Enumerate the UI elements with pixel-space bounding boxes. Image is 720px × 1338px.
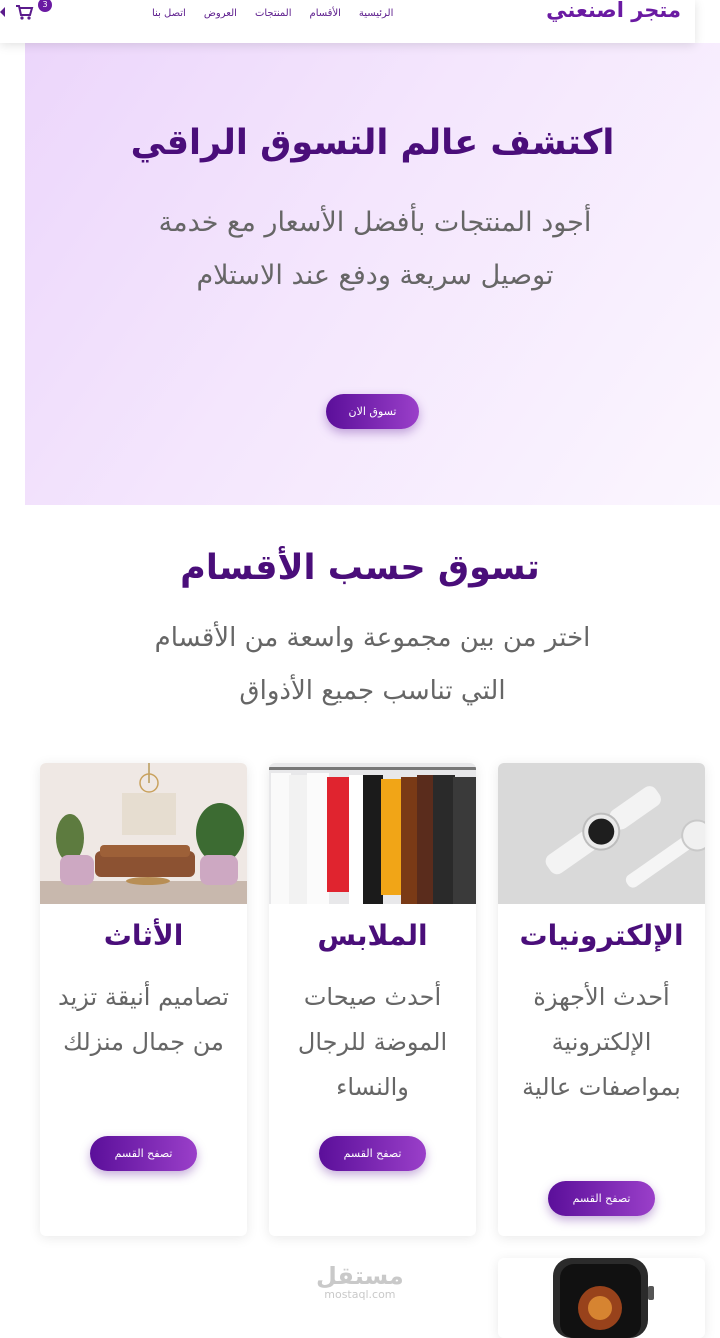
browse-furniture-button[interactable]: تصفح القسم <box>90 1136 197 1171</box>
nav-home[interactable]: الرئيسية <box>359 8 393 19</box>
brand-logo[interactable]: متجر اصنعني <box>546 0 681 22</box>
cart-icon <box>16 5 34 20</box>
hero-title: اكتشف عالم التسوق الراقي <box>130 123 615 163</box>
card-description: أحدث صيحات الموضة للرجال والنساء <box>297 983 448 1101</box>
card-title: الملابس <box>317 919 428 952</box>
apple-watch-image <box>498 1258 705 1338</box>
top-navbar: 3 الرئيسية الأقسام المنتجات العروض اتصل … <box>0 0 695 43</box>
cart-button[interactable]: 3 <box>14 0 52 24</box>
living-room-image <box>40 763 247 904</box>
card-description: تصاميم أنيقة تزيد من جمال منزلك <box>58 983 229 1056</box>
menu-edge-icon[interactable] <box>0 4 6 20</box>
smartwatch-image <box>498 763 705 904</box>
category-card-furniture: الأثاث تصاميم أنيقة تزيد من جمال منزلك ت… <box>40 763 247 1236</box>
categories-title: تسوق حسب الأقسام <box>180 548 540 588</box>
browse-clothes-button[interactable]: تصفح القسم <box>319 1136 426 1171</box>
nav-products[interactable]: المنتجات <box>255 8 292 19</box>
category-card-electronics: الإلكترونيات أحدث الأجهزة الإلكترونية بم… <box>498 763 705 1236</box>
clothes-rack-image <box>269 763 476 904</box>
watermark-latin: mostaql.com <box>324 1288 396 1301</box>
nav-contact[interactable]: اتصل بنا <box>152 8 186 19</box>
category-card-clothes: الملابس أحدث صيحات الموضة للرجال والنساء… <box>269 763 476 1236</box>
nav-categories[interactable]: الأقسام <box>310 8 341 19</box>
hero-subtitle: أجود المنتجات بأفضل الأسعار مع خدمة توصي… <box>158 207 592 291</box>
card-title: الإلكترونيات <box>519 919 684 952</box>
cart-count-badge: 3 <box>38 0 52 12</box>
nav-offers[interactable]: العروض <box>204 8 237 19</box>
hero-section: اكتشف عالم التسوق الراقي أجود المنتجات ب… <box>25 43 720 505</box>
card-title: الأثاث <box>103 919 184 952</box>
category-card-partial <box>498 1258 705 1338</box>
shop-now-button[interactable]: تسوق الان <box>326 394 419 429</box>
categories-subtitle: اختر من بين مجموعة واسعة من الأقسام التي… <box>154 623 591 706</box>
watermark-arabic: مستقل <box>316 1262 404 1290</box>
main-menu: الرئيسية الأقسام المنتجات العروض اتصل بن… <box>152 8 393 19</box>
browse-electronics-button[interactable]: تصفح القسم <box>548 1181 655 1216</box>
mostaql-watermark: مستقل mostaql.com <box>316 1263 404 1301</box>
card-description: أحدث الأجهزة الإلكترونية بمواصفات عالية <box>522 983 681 1101</box>
